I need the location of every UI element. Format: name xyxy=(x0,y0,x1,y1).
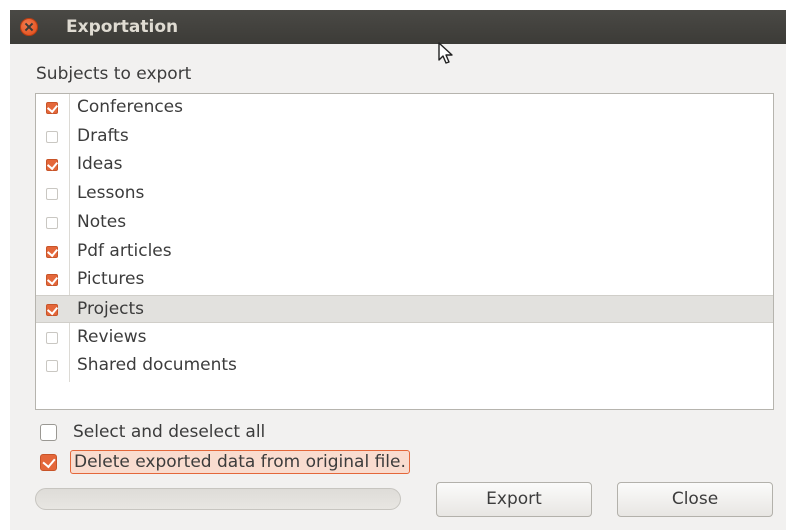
export-button[interactable]: Export xyxy=(436,482,592,517)
subject-checkbox[interactable] xyxy=(46,245,58,258)
subject-checkbox[interactable] xyxy=(46,331,58,344)
subject-row[interactable]: Pdf articles xyxy=(36,238,773,266)
subject-label: Shared documents xyxy=(77,355,237,376)
subject-checkbox[interactable] xyxy=(46,102,58,114)
subject-label: Conferences xyxy=(77,97,184,117)
subject-checkbox[interactable] xyxy=(46,303,58,316)
subject-checkbox[interactable] xyxy=(46,360,58,373)
subject-checkbox[interactable] xyxy=(46,216,58,229)
subject-checkbox[interactable] xyxy=(46,130,58,143)
subject-checkbox[interactable] xyxy=(46,274,58,287)
subject-label: Pdf articles xyxy=(77,240,172,261)
subject-label: Ideas xyxy=(77,154,123,175)
subject-row[interactable]: Conferences xyxy=(36,94,773,122)
subject-label: Lessons xyxy=(77,183,145,204)
window-title: Exportation xyxy=(66,17,179,37)
subjects-section-label: Subjects to export xyxy=(36,64,192,84)
subject-label: Pictures xyxy=(77,269,145,290)
window-close-icon[interactable] xyxy=(20,18,38,36)
delete-exported-label[interactable]: Delete exported data from original file. xyxy=(70,450,410,474)
subject-label: Notes xyxy=(77,211,127,232)
export-progress-bar xyxy=(35,488,401,510)
select-all-checkbox[interactable] xyxy=(40,424,57,441)
subject-row[interactable]: Pictures xyxy=(36,266,773,294)
mouse-pointer-icon xyxy=(438,42,453,64)
close-button[interactable]: Close xyxy=(617,482,773,517)
title-bar[interactable]: Exportation xyxy=(10,10,786,44)
export-dialog: Exportation Subjects to export Conferenc… xyxy=(10,10,786,530)
subject-label: Projects xyxy=(77,298,145,319)
subject-checkbox[interactable] xyxy=(46,159,58,172)
subject-row[interactable]: Notes xyxy=(36,209,773,237)
delete-exported-checkbox[interactable] xyxy=(40,454,57,471)
subject-row[interactable]: Reviews xyxy=(36,324,773,352)
subject-label: Reviews xyxy=(77,326,147,347)
subject-label: Drafts xyxy=(77,125,129,146)
subject-checkbox[interactable] xyxy=(46,188,58,201)
subject-row[interactable]: Lessons xyxy=(36,180,773,208)
subjects-list[interactable]: Conferences Drafts Ideas Lessons Notes Pdf ar… xyxy=(35,93,774,410)
subject-row[interactable]: Drafts xyxy=(36,123,773,151)
subject-row[interactable]: Projects xyxy=(36,294,773,323)
select-all-label[interactable]: Select and deselect all xyxy=(73,422,265,442)
subject-row[interactable]: Ideas xyxy=(36,151,773,179)
subject-row[interactable]: Shared documents xyxy=(36,352,773,380)
